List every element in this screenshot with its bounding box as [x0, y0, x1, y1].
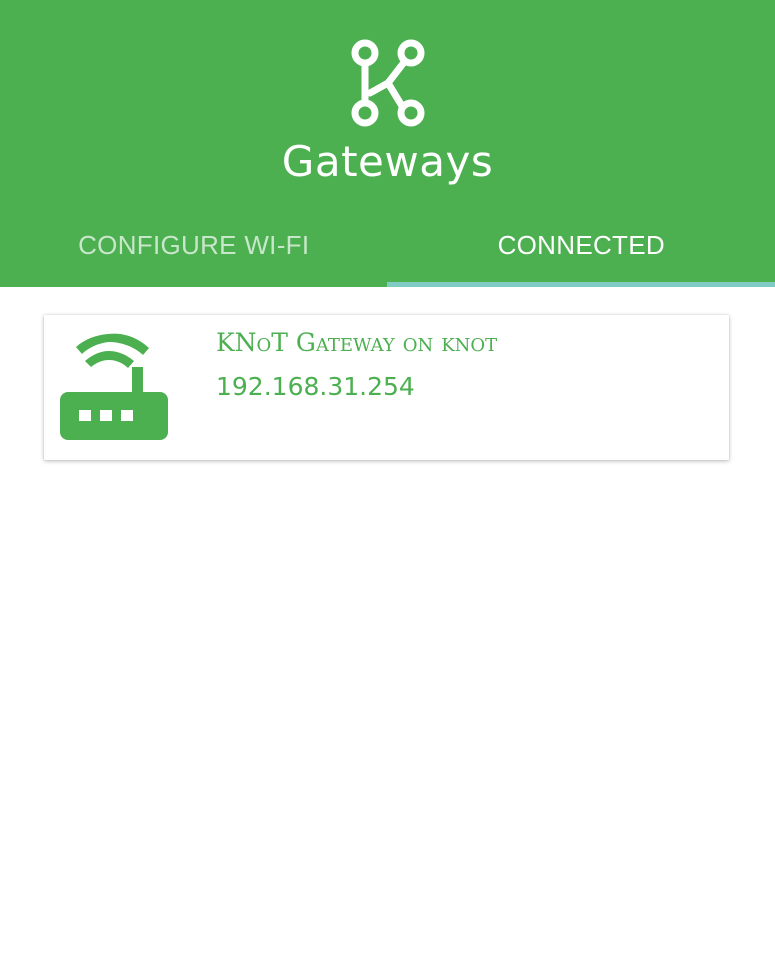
knot-logo-icon — [351, 39, 425, 127]
tab-configure-wifi[interactable]: CONFIGURE WI-FI — [0, 210, 388, 287]
tab-connected[interactable]: CONNECTED — [388, 210, 775, 287]
tab-bar: CONFIGURE WI-FI CONNECTED — [0, 210, 775, 287]
gateway-name: KNoT Gateway on knot — [216, 328, 498, 357]
gateway-card[interactable]: KNoT Gateway on knot 192.168.31.254 — [44, 315, 729, 460]
tab-indicator — [387, 282, 775, 287]
router-icon — [60, 333, 168, 440]
gateway-ip: 192.168.31.254 — [216, 372, 415, 401]
page-title: Gateways — [281, 137, 494, 186]
